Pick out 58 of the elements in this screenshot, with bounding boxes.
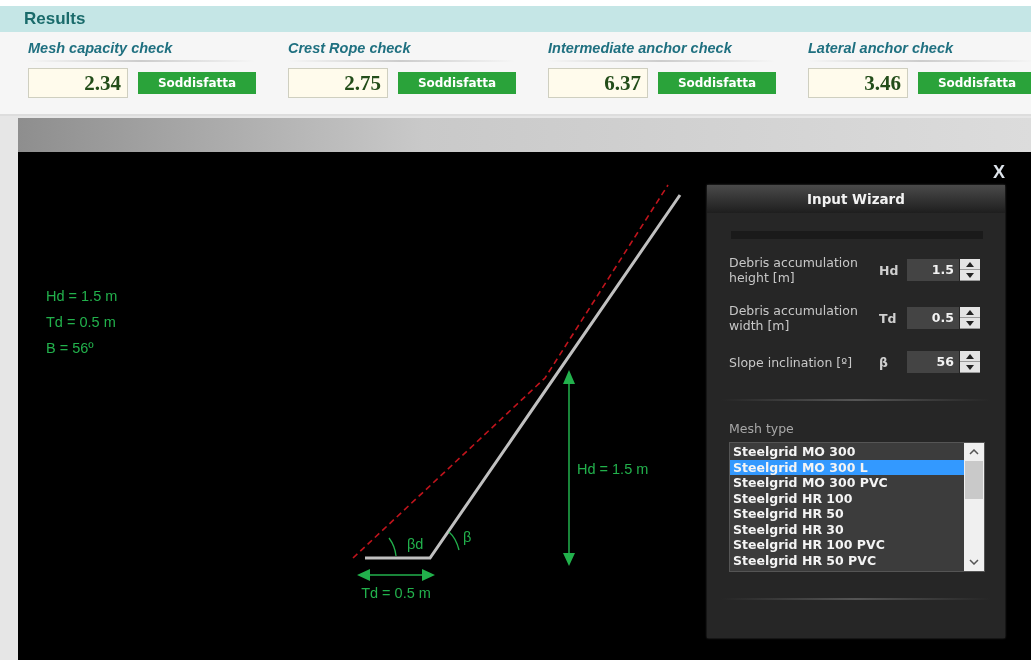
list-item[interactable]: Steelgrid MO 300 PVC bbox=[730, 475, 964, 491]
status-badge: Soddisfatta bbox=[918, 72, 1031, 94]
down-arrow-icon bbox=[966, 364, 974, 370]
decrement-button[interactable] bbox=[960, 362, 980, 373]
scrollbar[interactable] bbox=[964, 443, 984, 571]
field-label: Debris accumulation width [m] bbox=[729, 303, 859, 333]
symbol-label: Hd bbox=[879, 262, 900, 278]
scroll-thumb[interactable] bbox=[965, 461, 983, 499]
check-title: Mesh capacity check bbox=[28, 40, 254, 62]
list-item[interactable]: Steelgrid HR 50 PVC bbox=[730, 552, 964, 568]
list-item[interactable]: Steelgrid MO 300 bbox=[730, 444, 964, 460]
increment-button[interactable] bbox=[960, 351, 980, 362]
increment-button[interactable] bbox=[960, 307, 980, 318]
list-item[interactable]: Steelgrid HR 50 bbox=[730, 506, 964, 522]
chevron-up-icon[interactable] bbox=[969, 449, 979, 455]
chevron-down-icon[interactable] bbox=[969, 559, 979, 565]
section-title: Results bbox=[24, 9, 86, 29]
number-field[interactable]: 0.5 bbox=[907, 307, 959, 329]
angle-label: βd bbox=[407, 536, 424, 552]
parameter-text: Td = 0.5 m bbox=[46, 313, 117, 331]
list-item[interactable]: Steelgrid HR 100 PVC bbox=[730, 537, 964, 553]
decrement-button[interactable] bbox=[960, 318, 980, 329]
angle-label: β bbox=[463, 529, 472, 545]
up-arrow-icon bbox=[966, 353, 974, 359]
result-value: 6.37 bbox=[548, 68, 648, 98]
check-title: Crest Rope check bbox=[288, 40, 514, 62]
result-value: 3.46 bbox=[808, 68, 908, 98]
status-badge: Soddisfatta bbox=[398, 72, 516, 94]
down-arrow-icon bbox=[966, 272, 974, 278]
increment-button[interactable] bbox=[960, 259, 980, 270]
status-badge: Soddisfatta bbox=[658, 72, 776, 94]
symbol-label: β bbox=[879, 354, 889, 370]
list-label: Mesh type bbox=[729, 421, 795, 436]
field-label: Debris accumulation height [m] bbox=[729, 255, 859, 285]
symbol-label: Td bbox=[879, 310, 898, 326]
panel-title: Input Wizard bbox=[807, 191, 905, 207]
decrement-button[interactable] bbox=[960, 270, 980, 281]
list-item[interactable]: Steelgrid HR 30 bbox=[730, 521, 964, 537]
up-arrow-icon bbox=[966, 261, 974, 267]
up-arrow-icon bbox=[966, 309, 974, 315]
check-title: Lateral anchor check bbox=[808, 40, 1031, 62]
angle-arc bbox=[388, 537, 397, 557]
result-value: 2.34 bbox=[28, 68, 128, 98]
number-field[interactable]: 1.5 bbox=[907, 259, 959, 281]
result-value: 2.75 bbox=[288, 68, 388, 98]
field-label: Slope inclination [º] bbox=[729, 354, 853, 370]
check-title: Intermediate anchor check bbox=[548, 40, 774, 62]
list-item[interactable]: Steelgrid HR 100 bbox=[730, 490, 964, 506]
down-arrow-icon bbox=[966, 320, 974, 326]
number-field[interactable]: 56 bbox=[907, 351, 959, 373]
width-label: Td = 0.5 m bbox=[361, 585, 431, 601]
close-button[interactable]: X bbox=[993, 162, 1005, 183]
height-label: Hd = 1.5 m bbox=[577, 461, 649, 477]
mesh-list[interactable]: Steelgrid MO 300 Steelgrid MO 300 L Steelgrid MO 300 PVC Steelgrid HR 100 Steelgrid HR 50 Steelgrid HR 30 Steelgrid HR 100 PVC Steelgrid HR 50 PVC bbox=[729, 442, 985, 572]
status-badge: Soddisfatta bbox=[138, 72, 256, 94]
parameter-text: B = 56º bbox=[46, 339, 95, 357]
angle-arc bbox=[448, 531, 460, 551]
parameter-text: Hd = 1.5 m bbox=[46, 287, 118, 305]
